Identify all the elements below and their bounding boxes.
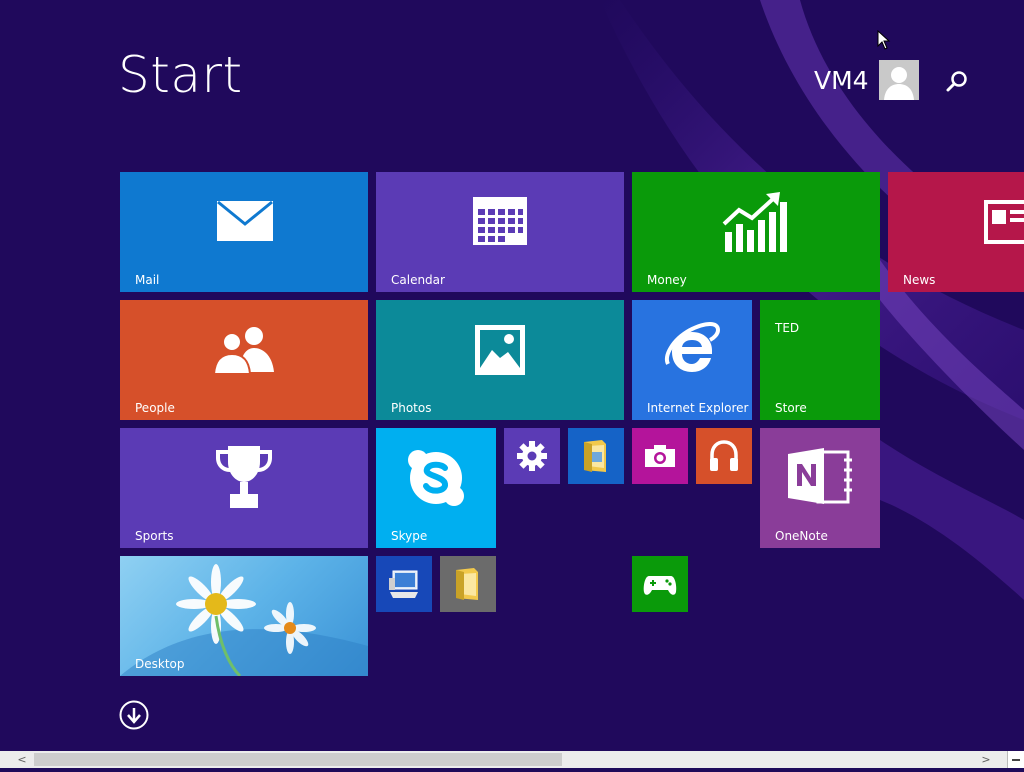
tile-sports[interactable]: Sports [120, 428, 368, 548]
tile-people[interactable]: People [120, 300, 368, 420]
tile-label: Desktop [135, 657, 185, 671]
tile-label: News [903, 273, 936, 287]
folder-icon [456, 568, 478, 600]
calendar-icon [473, 197, 527, 245]
onenote-icon [788, 448, 852, 504]
tile-label: Money [647, 273, 687, 287]
tile-onenote[interactable]: OneNote [760, 428, 880, 548]
tile-label: Internet Explorer [647, 401, 749, 415]
photo-icon [475, 325, 525, 375]
search-icon[interactable] [944, 68, 970, 94]
tile-documents[interactable] [440, 556, 496, 612]
file-explorer-icon [584, 440, 606, 472]
chart-icon [722, 192, 787, 252]
tile-label: People [135, 401, 175, 415]
tile-label: Sports [135, 529, 174, 543]
tile-label: Store [775, 401, 807, 415]
tile-label: Skype [391, 529, 428, 543]
tile-mail[interactable]: Mail [120, 172, 368, 292]
tile-photos[interactable]: Photos [376, 300, 624, 420]
tile-music[interactable] [696, 428, 752, 484]
tile-label: OneNote [775, 529, 828, 543]
gear-icon [517, 441, 547, 471]
user-icon[interactable] [878, 60, 919, 100]
headphones-icon [710, 440, 738, 471]
tile-news[interactable]: News [888, 172, 1024, 292]
internet-explorer-icon [665, 322, 721, 372]
tile-calendar[interactable]: Calendar [376, 172, 624, 292]
mouse-cursor-icon [877, 30, 891, 50]
tile-label: Calendar [391, 273, 445, 287]
tile-settings[interactable] [504, 428, 560, 484]
newspaper-icon [984, 200, 1024, 244]
user-name[interactable]: VM4 [814, 68, 869, 93]
tile-label: Mail [135, 273, 160, 287]
tile-file-explorer[interactable] [568, 428, 624, 484]
tile-camera[interactable] [632, 428, 688, 484]
arrow-down-circle-icon[interactable] [119, 700, 149, 730]
tile-internet-explorer[interactable]: Internet Explorer [632, 300, 752, 420]
people-icon [212, 327, 274, 374]
tile-desktop[interactable]: Desktop [120, 556, 368, 676]
tile-skype[interactable]: Skype [376, 428, 496, 548]
xbox-controller-icon [643, 576, 677, 595]
tile-this-pc[interactable] [376, 556, 432, 612]
page-title: Start [118, 46, 243, 104]
tile-games[interactable] [632, 556, 688, 612]
zoom-out-button[interactable] [1007, 751, 1024, 768]
trophy-icon [216, 446, 272, 508]
horizontal-scrollbar[interactable]: < > [0, 751, 1024, 768]
tile-money[interactable]: Money [632, 172, 880, 292]
skype-icon [408, 450, 464, 506]
computer-icon [389, 570, 418, 598]
tile-label: Photos [391, 401, 432, 415]
scroll-right-button[interactable]: > [978, 751, 994, 768]
tile-store[interactable]: TED Store [760, 300, 880, 420]
scrollbar-thumb[interactable] [34, 753, 562, 766]
minus-icon [1012, 759, 1020, 761]
camera-icon [645, 445, 675, 467]
scroll-left-button[interactable]: < [14, 751, 30, 768]
user-account[interactable]: VM4 [814, 60, 919, 100]
mail-icon [217, 200, 273, 241]
store-live-text: TED [775, 321, 800, 335]
